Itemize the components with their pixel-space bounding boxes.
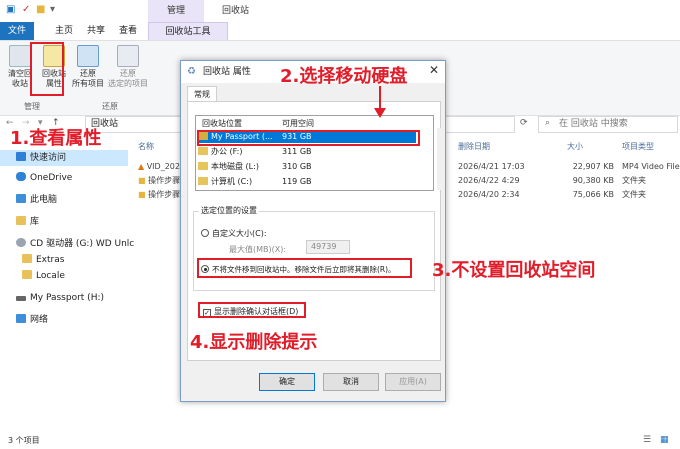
arrow-shaft	[379, 86, 381, 110]
tab-general[interactable]: 常规	[187, 86, 217, 102]
folder-icon: ■	[138, 176, 146, 185]
search-input[interactable]: 在 回收站 中搜索	[538, 116, 678, 133]
computer-icon	[16, 194, 26, 203]
row-type: 文件夹	[622, 176, 646, 185]
vlc-icon: ▲	[138, 162, 145, 171]
close-icon[interactable]: ✕	[429, 63, 439, 77]
highlight-confirm	[198, 302, 306, 318]
nav-locale[interactable]: Locale	[22, 268, 65, 284]
title-bar: ▣ ✓ ■ ▾	[0, 0, 680, 22]
file-row[interactable]: ■ 操作步骤	[138, 188, 180, 202]
settings-legend: 选定位置的设置	[199, 205, 259, 216]
location-list[interactable]: 回收站位置 可用空间 My Passport (... 931 GB 办公 (F:…	[195, 115, 445, 191]
row-size: 22,907 KB	[572, 162, 614, 171]
folder-qa-icon[interactable]: ■	[36, 4, 45, 15]
column-delete-date[interactable]: 删除日期	[458, 141, 490, 152]
column-name[interactable]: 名称	[138, 141, 154, 152]
restore-selected-button[interactable]: 还原 选定的项目	[106, 45, 150, 89]
nav-my-passport[interactable]: My Passport (H:)	[16, 290, 104, 306]
cloud-icon	[16, 172, 26, 181]
list-scrollbar[interactable]	[437, 128, 445, 190]
nav-this-pc[interactable]: 此电脑	[16, 192, 57, 208]
cancel-button[interactable]: 取消	[323, 373, 379, 391]
network-icon	[16, 314, 26, 323]
drive-icon	[198, 147, 208, 155]
nav-extras[interactable]: Extras	[22, 252, 64, 268]
row-date: 2026/4/21 17:03	[458, 162, 525, 171]
annotation-1: 1.查看属性	[10, 128, 102, 149]
column-size[interactable]: 大小	[567, 141, 583, 152]
location-row[interactable]: 计算机 (C:) 119 GB	[198, 175, 416, 188]
qa-dropdown-icon[interactable]: ▾	[50, 4, 55, 15]
window-title: 回收站	[222, 6, 250, 16]
restore-all-icon	[77, 45, 99, 67]
tab-home[interactable]: 主页	[48, 22, 80, 40]
nav-quick-access[interactable]: 快速访问	[0, 150, 128, 166]
tab-view[interactable]: 查看	[112, 22, 144, 40]
nav-onedrive[interactable]: OneDrive	[16, 170, 72, 186]
max-size-input[interactable]: 49739	[306, 240, 350, 254]
tab-recycle-tools[interactable]: 回收站工具	[148, 22, 228, 40]
radio-off-icon	[201, 229, 209, 237]
folder-icon	[22, 254, 32, 263]
header-location: 回收站位置	[202, 119, 242, 128]
column-type[interactable]: 项目类型	[622, 141, 654, 152]
restore-all-button[interactable]: 还原 所有项目	[66, 45, 110, 89]
restore-selected-icon	[117, 45, 139, 67]
annotation-4: 4.显示删除提示	[190, 332, 318, 353]
group-manage-label: 管理	[24, 102, 40, 111]
drive-icon	[198, 177, 208, 185]
highlight-passport	[197, 130, 420, 146]
large-icons-view-icon[interactable]: ▦	[660, 435, 669, 445]
location-row[interactable]: 本地磁盘 (L:) 310 GB	[198, 160, 416, 173]
search-icon: ⌕	[545, 118, 551, 128]
nav-network[interactable]: 网络	[16, 312, 48, 328]
custom-size-radio[interactable]: 自定义大小(C):	[201, 228, 267, 239]
row-size: 90,380 KB	[572, 176, 614, 185]
highlight-no-recycle	[197, 258, 412, 278]
header-space: 可用空间	[282, 119, 314, 128]
ribbon-tabs: 文件 主页 共享 查看 回收站工具	[0, 22, 680, 40]
status-bar: 3 个项目	[0, 432, 680, 449]
file-row[interactable]: ▲ VID_202	[138, 160, 180, 174]
annotation-2: 2.选择移动硬盘	[280, 66, 408, 87]
row-type: 文件夹	[622, 190, 646, 199]
item-count: 3 个项目	[8, 436, 40, 445]
row-date: 2026/4/22 4:29	[458, 176, 520, 185]
group-restore-label: 还原	[102, 102, 118, 111]
folder-icon	[22, 270, 32, 279]
file-row[interactable]: ■ 操作步骤	[138, 174, 180, 188]
ok-button[interactable]: 确定	[259, 373, 315, 391]
tab-file[interactable]: 文件	[0, 22, 34, 40]
tab-share[interactable]: 共享	[80, 22, 112, 40]
row-type: MP4 Video File	[622, 162, 680, 171]
manage-context-tab[interactable]: 管理	[148, 0, 204, 22]
properties-qa-icon[interactable]: ✓	[22, 4, 30, 15]
explorer-window: { "titlebar": {"manage_tab": "管理", "titl…	[0, 0, 680, 449]
recycle-bin-icon	[9, 45, 31, 67]
details-view-icon[interactable]: ☰	[643, 435, 651, 445]
disc-icon	[16, 238, 26, 247]
recycle-bin-icon: ♻	[187, 66, 196, 77]
nav-libraries[interactable]: 库	[16, 214, 39, 230]
max-size-label: 最大值(MB)(X):	[229, 245, 287, 254]
row-date: 2026/4/20 2:34	[458, 190, 520, 199]
folder-icon: ■	[138, 190, 146, 199]
drive-icon	[16, 296, 26, 301]
row-size: 75,066 KB	[572, 190, 614, 199]
star-icon	[16, 152, 26, 161]
library-icon	[16, 216, 26, 225]
drive-icon	[198, 162, 208, 170]
annotation-3: 3.不设置回收站空间	[432, 260, 596, 281]
apply-button[interactable]: 应用(A)	[385, 373, 441, 391]
highlight-properties	[30, 42, 64, 96]
app-icon: ▣	[6, 4, 16, 15]
location-row[interactable]: 办公 (F:) 311 GB	[198, 145, 416, 158]
refresh-icon[interactable]: ⟳	[520, 118, 528, 128]
arrow-down-icon	[374, 108, 386, 118]
nav-cd-drive[interactable]: CD 驱动器 (G:) WD Unlc	[16, 236, 134, 252]
